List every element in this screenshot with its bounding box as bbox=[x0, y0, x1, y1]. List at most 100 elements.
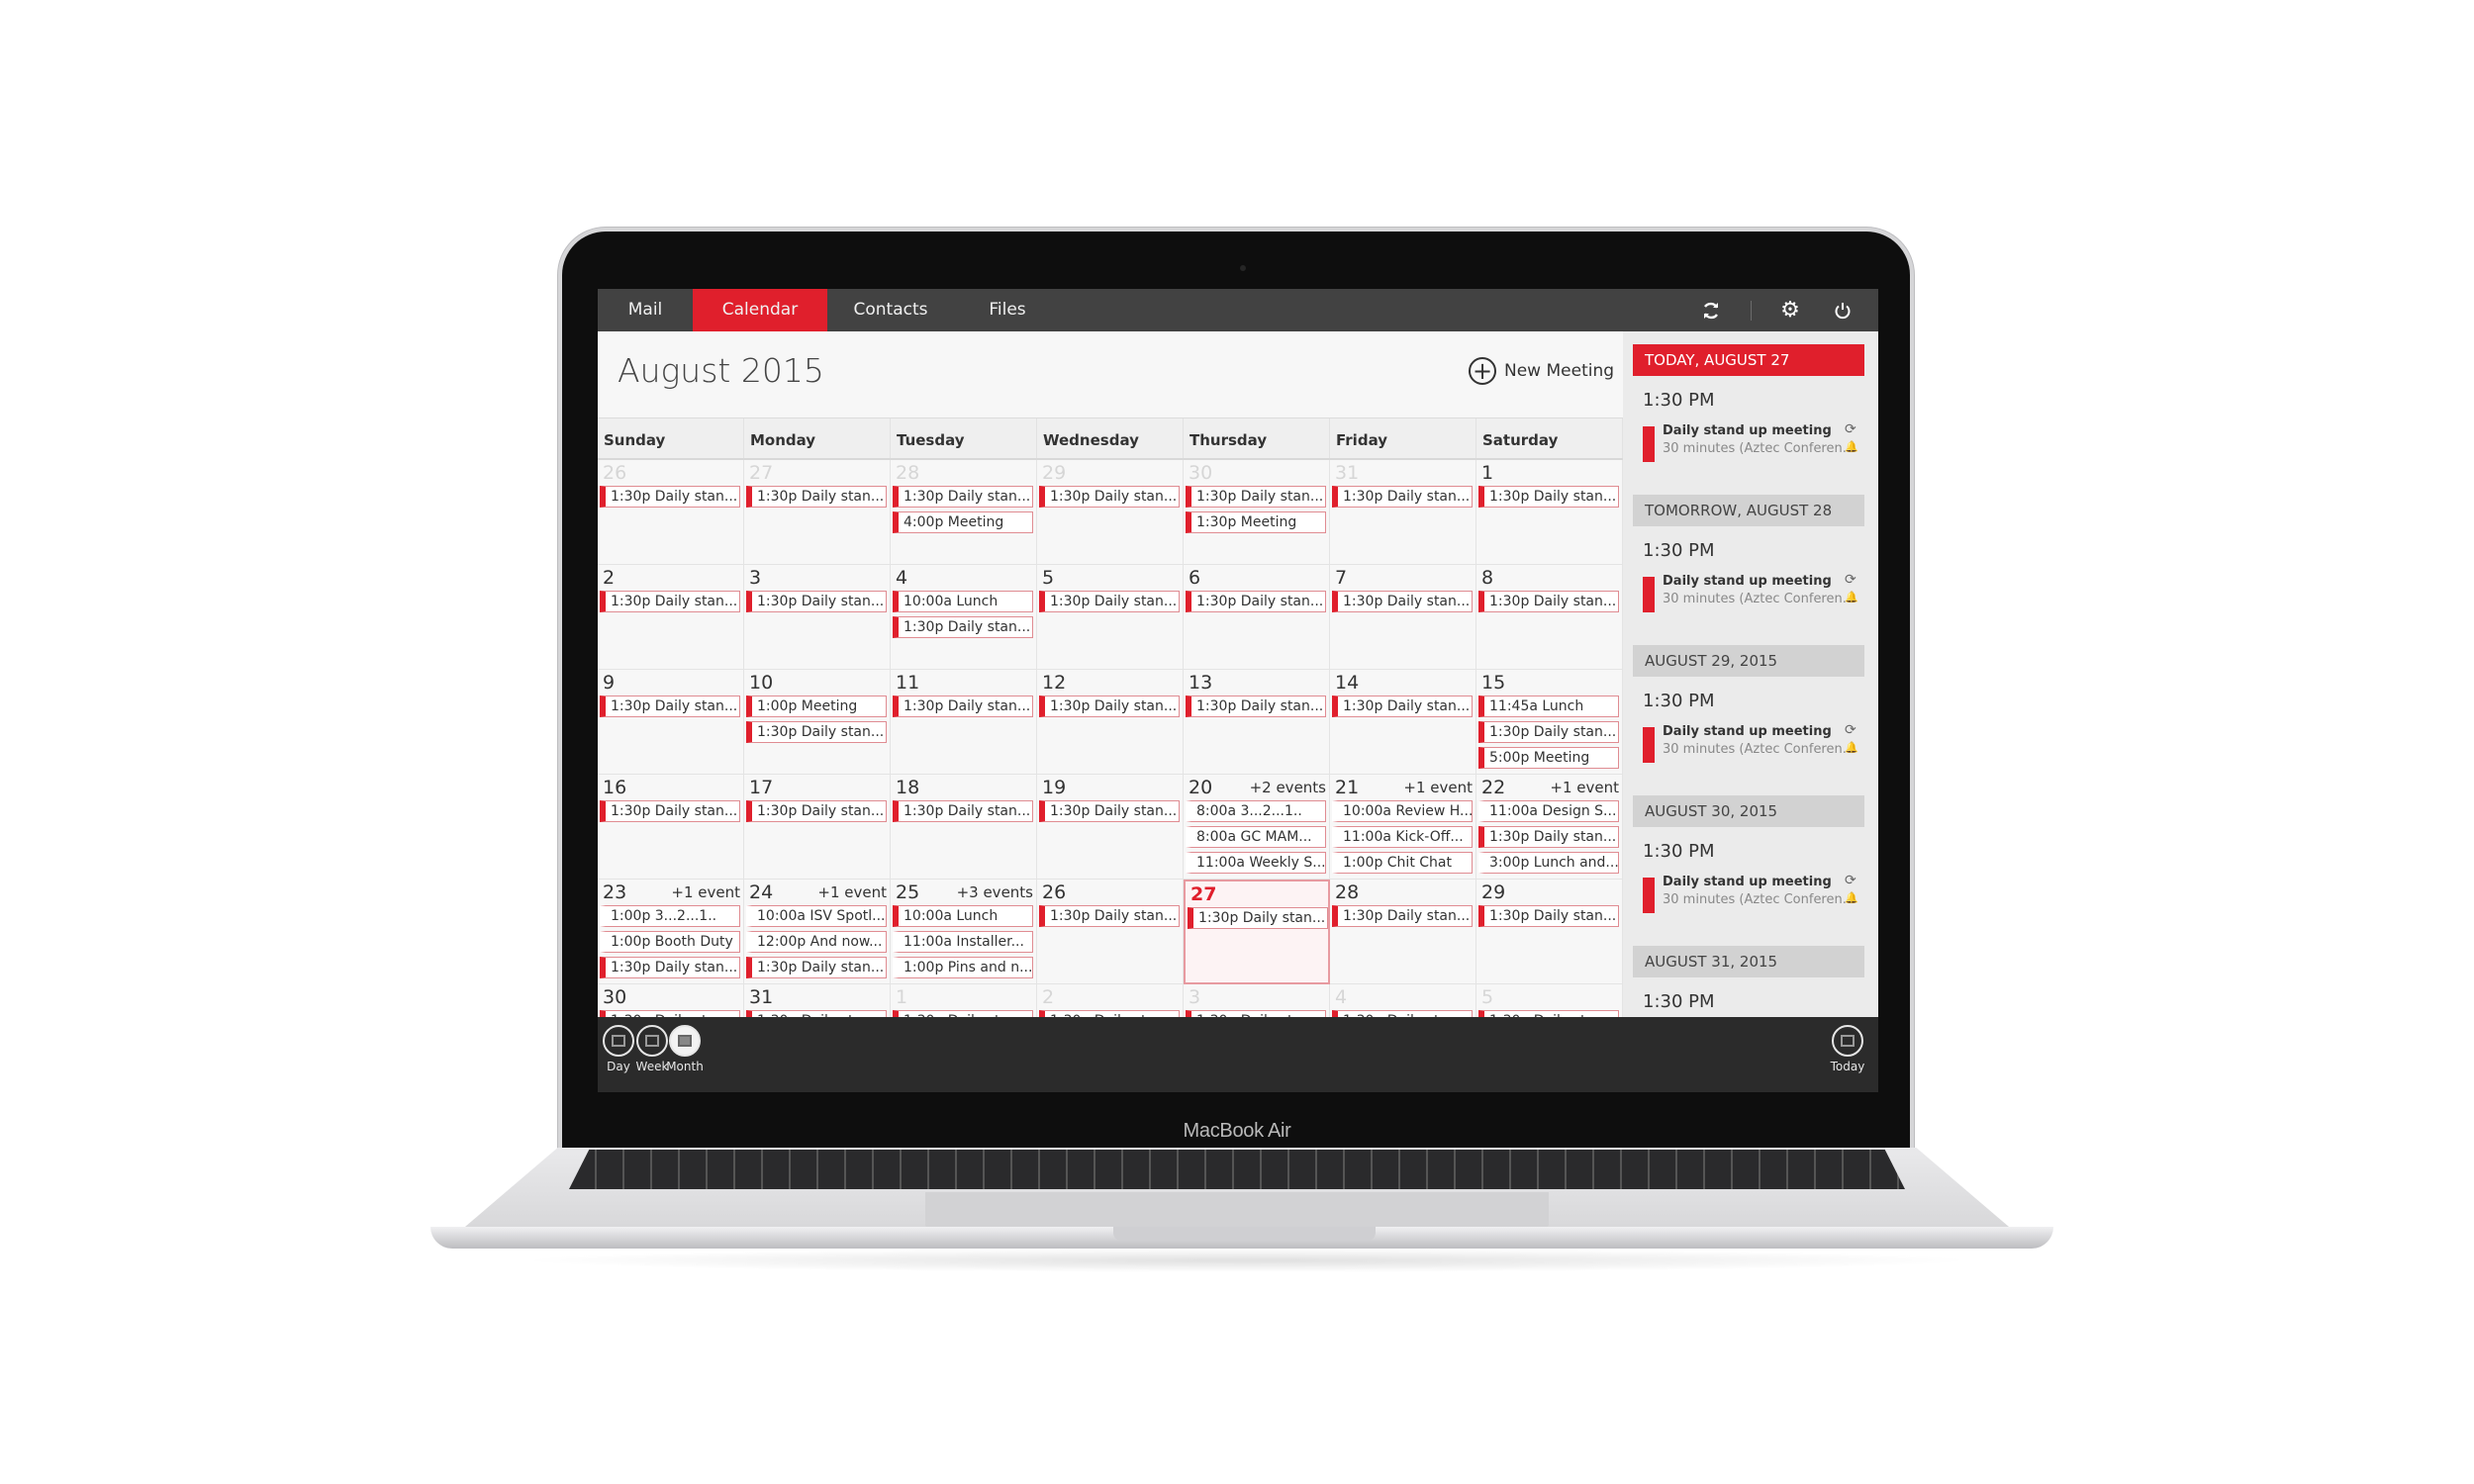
calendar-event[interactable]: 1:30p Daily stan... bbox=[1039, 486, 1180, 508]
day-cell[interactable]: 22 +1 event 11:00a Design S... 1:30p Daily … bbox=[1476, 775, 1623, 880]
calendar-event[interactable]: 1:30p Daily stan... bbox=[1039, 696, 1180, 717]
calendar-event[interactable]: 1:30p Daily stan... bbox=[1039, 1010, 1180, 1017]
calendar-event[interactable]: 1:00p Pins and n... bbox=[893, 957, 1033, 978]
calendar-event[interactable]: 1:00p Meeting bbox=[746, 696, 887, 717]
more-events-link[interactable]: +3 events bbox=[957, 883, 1033, 901]
calendar-event[interactable]: 11:00a Weekly S... bbox=[1186, 852, 1326, 874]
sync-icon[interactable] bbox=[1691, 289, 1731, 331]
day-cell[interactable]: 31:30p Daily stan... bbox=[744, 565, 891, 670]
day-cell[interactable]: 16 1:30p Daily stan... bbox=[598, 775, 744, 880]
calendar-event[interactable]: 1:30p Daily stan... bbox=[1039, 591, 1180, 612]
day-cell[interactable]: 30 1:30p Daily stan... 1:30p Meeting bbox=[1184, 460, 1330, 565]
day-cell[interactable]: 26 1:30p Daily stan... bbox=[598, 460, 744, 565]
calendar-event[interactable]: 1:30p Daily stan... bbox=[1039, 800, 1180, 822]
day-cell[interactable]: 21:30p Daily stan... bbox=[1037, 984, 1184, 1017]
calendar-event[interactable]: 4:00p Meeting bbox=[893, 511, 1033, 533]
day-cell[interactable]: 21 +1 event 10:00a Review H... 11:00a Kick-… bbox=[1330, 775, 1476, 880]
more-events-link[interactable]: +1 event bbox=[817, 883, 887, 901]
calendar-event[interactable]: 1:30p Daily stan... bbox=[600, 486, 740, 508]
day-cell[interactable]: 14 1:30p Daily stan... bbox=[1330, 670, 1476, 775]
calendar-event[interactable]: 12:00p And now... bbox=[746, 931, 887, 953]
calendar-event[interactable]: 1:30p Daily stan... bbox=[893, 1010, 1033, 1017]
calendar-event[interactable]: 5:00p Meeting bbox=[1478, 747, 1619, 769]
calendar-event[interactable]: 1:30p Daily stan... bbox=[893, 800, 1033, 822]
calendar-event[interactable]: 1:30p Daily stan... bbox=[1188, 907, 1328, 929]
calendar-event[interactable]: 1:30p Daily stan... bbox=[746, 591, 887, 612]
day-cell[interactable]: 15 11:45a Lunch 1:30p Daily stan... 5:00p M… bbox=[1476, 670, 1623, 775]
tab-files[interactable]: Files bbox=[954, 289, 1061, 331]
day-cell[interactable]: 4 10:00a Lunch 1:30p Daily stan... bbox=[891, 565, 1037, 670]
day-cell[interactable]: 12 1:30p Daily stan... bbox=[1037, 670, 1184, 775]
day-cell[interactable]: 11:30p Daily stan... bbox=[891, 984, 1037, 1017]
calendar-event[interactable]: 1:30p Daily stan... bbox=[746, 800, 887, 822]
day-cell[interactable]: 20 +2 events 8:00a 3...2...1.. 8:00a GC MAM… bbox=[1184, 775, 1330, 880]
day-cell[interactable]: 29 1:30p Daily stan... bbox=[1476, 880, 1623, 984]
calendar-event[interactable]: 1:30p Daily stan... bbox=[746, 1010, 887, 1017]
calendar-event[interactable]: 11:45a Lunch bbox=[1478, 696, 1619, 717]
day-cell[interactable]: 30 1:30p Daily stan... bbox=[598, 984, 744, 1017]
month-view-button[interactable]: Month bbox=[658, 1025, 712, 1073]
day-cell[interactable]: 311:30p Daily stan... bbox=[1330, 460, 1476, 565]
day-cell[interactable]: 10 1:00p Meeting 1:30p Daily stan... bbox=[744, 670, 891, 775]
calendar-event[interactable]: 1:30p Daily stan... bbox=[1332, 591, 1473, 612]
calendar-event[interactable]: 1:30p Daily stan... bbox=[1332, 486, 1473, 508]
day-cell[interactable]: 23 +1 event 1:00p 3...2...1.. 1:00p Booth D… bbox=[598, 880, 744, 984]
more-events-link[interactable]: +1 event bbox=[1550, 779, 1619, 796]
day-cell[interactable]: 29 1:30p Daily stan... bbox=[1037, 460, 1184, 565]
day-cell[interactable]: 11:30p Daily stan... bbox=[1476, 460, 1623, 565]
day-cell[interactable]: 17 1:30p Daily stan... bbox=[744, 775, 891, 880]
calendar-event[interactable]: 1:30p Daily stan... bbox=[1332, 696, 1473, 717]
calendar-event[interactable]: 1:30p Daily stan... bbox=[893, 696, 1033, 717]
day-cell[interactable]: 27 1:30p Daily stan... bbox=[744, 460, 891, 565]
agenda-event-title[interactable]: Daily stand up meeting bbox=[1663, 875, 1832, 889]
day-cell[interactable]: 31:30p Daily stan... bbox=[1184, 984, 1330, 1017]
calendar-event[interactable]: 8:00a GC MAM... bbox=[1186, 826, 1326, 848]
day-cell[interactable]: 26 1:30p Daily stan... bbox=[1037, 880, 1184, 984]
calendar-event[interactable]: 10:00a ISV Spotl... bbox=[746, 905, 887, 927]
more-events-link[interactable]: +2 events bbox=[1250, 779, 1326, 796]
calendar-event[interactable]: 1:00p Booth Duty bbox=[600, 931, 740, 953]
calendar-event[interactable]: 1:30p Daily stan... bbox=[600, 696, 740, 717]
calendar-event[interactable]: 1:30p Daily stan... bbox=[893, 616, 1033, 638]
calendar-event[interactable]: 10:00a Lunch bbox=[893, 905, 1033, 927]
calendar-event[interactable]: 1:30p Daily stan... bbox=[600, 800, 740, 822]
calendar-event[interactable]: 1:30p Daily stan... bbox=[600, 957, 740, 978]
calendar-event[interactable]: 1:30p Daily stan... bbox=[1478, 591, 1619, 612]
agenda-event-title[interactable]: Daily stand up meeting bbox=[1663, 574, 1832, 589]
day-cell[interactable]: 21:30p Daily stan... bbox=[598, 565, 744, 670]
agenda-event-title[interactable]: Daily stand up meeting bbox=[1663, 423, 1832, 438]
calendar-event[interactable]: 1:30p Daily stan... bbox=[1186, 1010, 1326, 1017]
calendar-event[interactable]: 1:30p Daily stan... bbox=[1186, 696, 1326, 717]
calendar-event[interactable]: 11:00a Kick-Off... bbox=[1332, 826, 1473, 848]
calendar-event[interactable]: 1:30p Daily stan... bbox=[600, 1010, 740, 1017]
more-events-link[interactable]: +1 event bbox=[1403, 779, 1473, 796]
day-cell[interactable]: 311:30p Daily stan... bbox=[744, 984, 891, 1017]
calendar-event[interactable]: 1:30p Daily stan... bbox=[1478, 721, 1619, 743]
day-cell[interactable]: 8 1:30p Daily stan... bbox=[1476, 565, 1623, 670]
calendar-event[interactable]: 11:00a Design S... bbox=[1478, 800, 1619, 822]
day-cell[interactable]: 51:30p Daily stan... bbox=[1037, 565, 1184, 670]
tab-mail[interactable]: Mail bbox=[598, 289, 693, 331]
day-cell[interactable]: 6 1:30p Daily stan... bbox=[1184, 565, 1330, 670]
calendar-event[interactable]: 1:30p Daily stan... bbox=[1039, 905, 1180, 927]
calendar-event[interactable]: 1:30p Daily stan... bbox=[746, 721, 887, 743]
calendar-event[interactable]: 8:00a 3...2...1.. bbox=[1186, 800, 1326, 822]
calendar-event[interactable]: 1:30p Daily stan... bbox=[746, 957, 887, 978]
today-button[interactable]: Today bbox=[1821, 1025, 1874, 1073]
calendar-event[interactable]: 1:30p Daily stan... bbox=[1478, 486, 1619, 508]
agenda-event-title[interactable]: Daily stand up meeting bbox=[1663, 724, 1832, 739]
day-cell[interactable]: 24 +1 event 10:00a ISV Spotl... 12:00p And … bbox=[744, 880, 891, 984]
calendar-event[interactable]: 1:30p Meeting bbox=[1186, 511, 1326, 533]
calendar-event[interactable]: 1:30p Daily stan... bbox=[1478, 905, 1619, 927]
power-icon[interactable] bbox=[1823, 289, 1862, 331]
new-meeting-button[interactable]: + New Meeting bbox=[1469, 353, 1614, 389]
day-cell[interactable]: 18 1:30p Daily stan... bbox=[891, 775, 1037, 880]
calendar-event[interactable]: 11:00a Installer... bbox=[893, 931, 1033, 953]
calendar-event[interactable]: 1:30p Daily stan... bbox=[1186, 486, 1326, 508]
calendar-event[interactable]: 10:00a Lunch bbox=[893, 591, 1033, 612]
calendar-event[interactable]: 10:00a Review H... bbox=[1332, 800, 1473, 822]
more-events-link[interactable]: +1 event bbox=[671, 883, 740, 901]
calendar-event[interactable]: 1:30p Daily stan... bbox=[1186, 591, 1326, 612]
tab-calendar[interactable]: Calendar bbox=[693, 289, 827, 331]
day-cell[interactable]: 28 1:30p Daily stan... 4:00p Meeting bbox=[891, 460, 1037, 565]
